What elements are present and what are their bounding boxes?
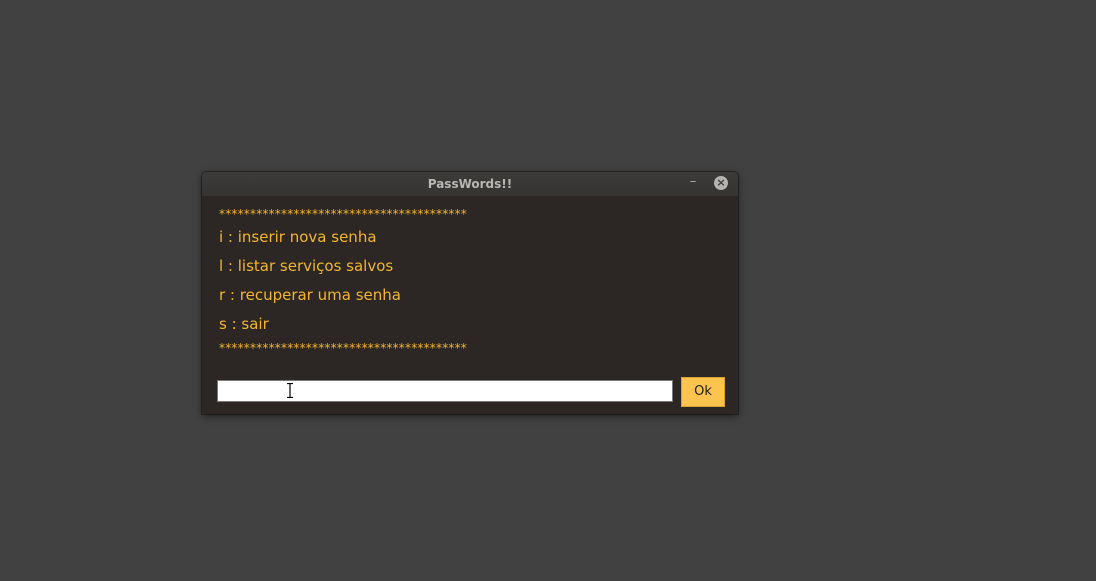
passwords-window: PassWords!! – × ************************… xyxy=(202,172,738,414)
window-titlebar[interactable]: PassWords!! – × xyxy=(202,172,738,197)
menu-border-top: **************************************** xyxy=(219,207,467,221)
command-row: Ok xyxy=(217,377,725,407)
menu-item-recover: r : recuperar uma senha xyxy=(219,286,401,304)
window-title: PassWords!! xyxy=(427,177,513,191)
menu-item-exit: s : sair xyxy=(219,315,269,333)
ok-button[interactable]: Ok xyxy=(681,377,725,407)
minimize-icon[interactable]: – xyxy=(686,175,700,191)
command-input[interactable] xyxy=(217,380,673,402)
menu-item-list: l : listar serviços salvos xyxy=(219,257,394,275)
desktop: PassWords!! – × ************************… xyxy=(0,0,1096,581)
menu-border-bottom: **************************************** xyxy=(219,341,467,355)
menu-list: i : inserir nova senha l : listar serviç… xyxy=(219,223,724,339)
menu-panel: ****************************************… xyxy=(219,207,724,355)
close-icon[interactable]: × xyxy=(714,176,728,190)
menu-item-insert: i : inserir nova senha xyxy=(219,228,377,246)
